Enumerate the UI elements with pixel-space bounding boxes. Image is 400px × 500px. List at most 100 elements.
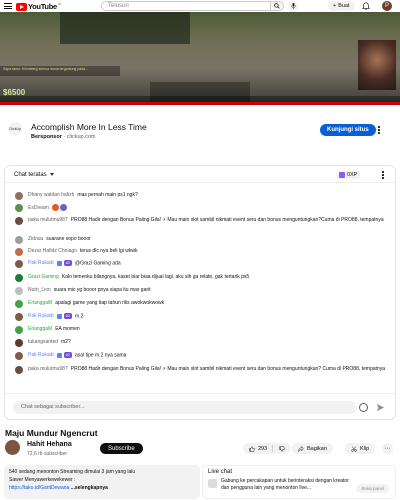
chat-message-text: PRO88 Hadir dengan Bonus Paling Gila! ⚡ … xyxy=(70,217,384,223)
chat-author-avatar[interactable] xyxy=(15,236,23,244)
search-input[interactable]: Telusuri xyxy=(101,1,271,11)
moderator-wrench-icon xyxy=(56,352,62,358)
description-box[interactable]: 540 sedang menonton Streaming dimulai 3 … xyxy=(4,465,200,499)
voice-search-button[interactable] xyxy=(288,1,298,11)
game-money-readout: $6500 xyxy=(3,88,26,97)
chat-message-body: Dhany waldan hafizh mas pernah main ps1 n… xyxy=(28,192,138,200)
rank-tag: #2 xyxy=(63,260,73,266)
top-bar: YouTube ID Telusuri + Buat P xyxy=(0,0,400,12)
points-badge[interactable]: 0XP xyxy=(336,171,361,179)
chat-author-name[interactable]: ErlanggaM xyxy=(28,300,52,306)
visit-site-button[interactable]: Kunjungi situs xyxy=(320,124,376,136)
chat-author-avatar[interactable] xyxy=(15,260,23,268)
chat-author-avatar[interactable] xyxy=(15,192,23,200)
description-link[interactable]: https://tako.id/GaritDewana xyxy=(9,485,69,491)
chat-author-name[interactable]: Zidnuu xyxy=(28,236,43,242)
video-banner-text: Sapa tamu: Kilomberg semua dunia tergant… xyxy=(0,66,120,76)
chat-mode-dropdown[interactable]: Chat teratas xyxy=(14,172,54,178)
chat-author-name[interactable]: paka mulutmu987 xyxy=(28,366,68,372)
rank-tag: #2 xyxy=(63,352,73,358)
chat-message-text: terus dlc nya beli lgi wkwk xyxy=(79,248,138,254)
chat-message-text: suarane sopo booor xyxy=(46,236,91,242)
chat-author-avatar[interactable] xyxy=(15,204,23,212)
chat-message-body: Grazi Gaming Kalo temenku bilangnya, kase… xyxy=(28,274,249,282)
channel-name[interactable]: Hahit Hehana xyxy=(27,441,72,448)
chat-author-name[interactable]: Dezar Hafidz Chniago xyxy=(28,248,77,254)
dislike-button[interactable] xyxy=(273,445,291,452)
description-link-row: https://tako.id/GaritDewana ...selengkap… xyxy=(9,484,195,492)
youtube-logo[interactable]: YouTube ID xyxy=(16,2,61,11)
chat-message: Pak Rukadi #2 m.2 xyxy=(15,313,387,321)
chat-author-avatar[interactable] xyxy=(15,366,23,374)
chat-author-name[interactable]: Grazi Gaming xyxy=(28,274,59,280)
chat-author-name[interactable]: ErlanggaM xyxy=(28,326,52,332)
chat-author-name[interactable]: paka mulutmu987 xyxy=(28,217,68,223)
live-chat: Chat teratas 0XP Dhany waldan hafizh mas … xyxy=(4,165,396,420)
advertiser-logo: ClickUp xyxy=(8,122,22,136)
chat-message-body: EsDream xyxy=(28,204,68,212)
chat-author-avatar[interactable] xyxy=(15,313,23,321)
chat-author-avatar[interactable] xyxy=(15,300,23,308)
chat-author-avatar[interactable] xyxy=(15,339,23,347)
share-button[interactable]: Bagikan xyxy=(292,443,333,454)
chat-author-avatar[interactable] xyxy=(15,287,23,295)
microphone-icon xyxy=(290,3,296,9)
chat-author-avatar[interactable] xyxy=(15,217,23,225)
chat-author-avatar[interactable] xyxy=(15,352,23,360)
menu-icon[interactable] xyxy=(4,3,12,9)
points-value: 0XP xyxy=(347,172,358,178)
show-more-link[interactable]: ...selengkapnya xyxy=(71,485,108,491)
chat-message-text: Kalo temenku bilangnya, kaset biar biaa … xyxy=(61,274,250,280)
chat-input-area: Chat sebagai subscriber... xyxy=(5,393,395,419)
video-player[interactable]: Sapa tamu: Kilomberg semua dunia tergant… xyxy=(0,12,400,105)
description-text: Sawer Menyawerkewekewer : xyxy=(9,477,76,483)
chat-message-body: Pak Rukadi #2 asal tipe m.2 nya sama xyxy=(28,352,126,360)
create-button[interactable]: + Buat xyxy=(328,1,355,11)
chat-author-avatar[interactable] xyxy=(15,274,23,282)
notifications-bell-icon[interactable] xyxy=(362,2,370,10)
progress-bar[interactable] xyxy=(0,102,400,105)
chat-message-body: Zidnuu suarane sopo booor xyxy=(28,236,91,244)
channel-avatar[interactable] xyxy=(5,440,20,455)
open-panel-button[interactable]: Buka panel xyxy=(356,484,389,493)
chat-message: ErlanggaM EA momen xyxy=(15,326,387,334)
ad-title[interactable]: Accomplish More In Less Time xyxy=(31,122,147,132)
more-actions-icon[interactable]: ⋯ xyxy=(382,443,393,454)
chat-input[interactable]: Chat sebagai subscriber... xyxy=(13,401,357,414)
chat-message: Grazi Gaming Kalo temenku bilangnya, kase… xyxy=(15,274,387,282)
chat-author-name[interactable]: EsDream xyxy=(28,205,49,211)
subscribe-button[interactable]: Subscribe xyxy=(100,443,143,454)
chat-message: EsDream xyxy=(15,204,387,212)
chat-message-text: suara mic yg booor pnya siapa itu mas ga… xyxy=(53,287,151,293)
chat-more-options-icon[interactable] xyxy=(382,171,385,179)
chat-author-avatar[interactable] xyxy=(15,248,23,256)
chat-header: Chat teratas 0XP xyxy=(5,166,395,183)
send-icon[interactable] xyxy=(376,403,385,412)
chat-message-body: ErlanggaM EA momen xyxy=(28,326,80,334)
chat-author-name[interactable]: Nutri_Lion xyxy=(28,287,51,293)
chat-message-body: ErlanggaM apalagi game yang tiap tahun ri… xyxy=(28,300,164,308)
emoji-icon[interactable] xyxy=(359,403,368,412)
account-avatar[interactable]: P xyxy=(382,1,392,11)
clip-button[interactable]: Klip xyxy=(345,443,376,454)
chat-message-body: paka mulutmu987 PRO88 Hadir dengan Bonus … xyxy=(28,217,384,225)
rank-tag: #2 xyxy=(63,313,73,319)
chat-author-name[interactable]: tukangsanted xyxy=(28,339,58,345)
scissors-icon xyxy=(351,445,357,452)
chat-message: Dezar Hafidz Chniago terus dlc nya beli l… xyxy=(15,248,387,256)
points-icon xyxy=(339,172,345,178)
chat-author-name[interactable]: Pak Rukadi xyxy=(28,313,54,319)
chat-message-text: PRO88 Hadir dengan Bonus Paling Gila! ⚡ … xyxy=(70,366,385,372)
chat-author-name[interactable]: Pak Rukadi xyxy=(28,260,54,266)
live-chat-title: Live chat xyxy=(208,469,233,475)
search-button[interactable] xyxy=(271,1,284,11)
chat-author-avatar[interactable] xyxy=(15,326,23,334)
chat-author-name[interactable]: Pak Rukadi xyxy=(28,352,54,358)
like-button[interactable]: 293 xyxy=(243,445,274,452)
view-stats: 540 sedang menonton Streaming dimulai 3 … xyxy=(9,469,136,475)
country-code: ID xyxy=(57,2,61,6)
chat-author-name[interactable]: Dhany waldan hafizh xyxy=(28,192,74,198)
ad-more-options-icon[interactable] xyxy=(378,126,381,135)
chat-message-body: Dezar Hafidz Chniago terus dlc nya beli l… xyxy=(28,248,137,256)
custom-emoji-icon xyxy=(51,204,59,211)
